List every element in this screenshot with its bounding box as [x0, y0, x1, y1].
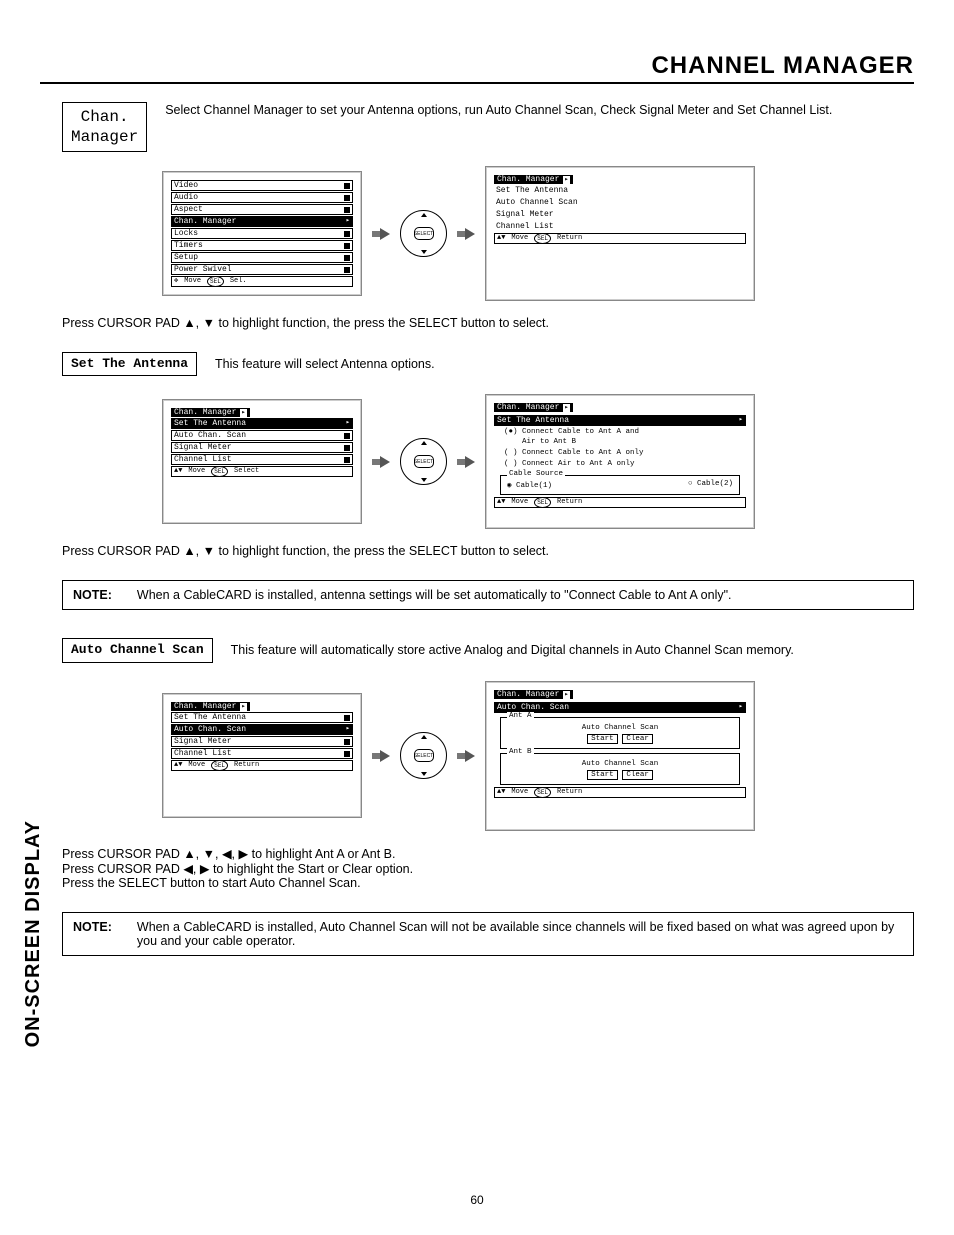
ant-a-group: Ant A Auto Channel Scan Start Clear: [500, 717, 740, 749]
menu-item[interactable]: Auto Chan. Scan: [171, 430, 353, 441]
select-button-label: SELECT: [414, 227, 434, 240]
set-antenna-menu: Chan. Manager▸Set The Antenna▸Auto Chan.…: [171, 408, 353, 477]
detail-header: Chan. Manager▸: [494, 690, 573, 699]
start-button[interactable]: Start: [587, 770, 618, 780]
chan-manager-box: Chan. Manager: [62, 102, 147, 152]
side-section-label: ON-SCREEN DISPLAY: [22, 820, 45, 1047]
select-button[interactable]: SELECT: [400, 210, 447, 257]
auto-scan-desc: This feature will automatically store ac…: [231, 643, 794, 657]
cable-source-legend: Cable Source: [507, 470, 565, 478]
ant-a-legend: Ant A: [507, 712, 534, 720]
menu-item[interactable]: Aspect: [171, 204, 353, 215]
main-menu: VideoAudioAspectChan. Manager▸LocksTimer…: [171, 180, 353, 287]
set-antenna-detail-screen: Chan. Manager▸ Set The Antenna▸ (●) Conn…: [485, 394, 755, 529]
start-button[interactable]: Start: [587, 734, 618, 744]
menu-item[interactable]: Channel List: [171, 454, 353, 465]
menu-item[interactable]: Audio: [171, 192, 353, 203]
menu-item[interactable]: Set The Antenna: [171, 712, 353, 723]
arrow-right-icon: [372, 228, 390, 240]
menu-footer: ▲▼MoveSELReturn: [171, 760, 353, 771]
detail-header: Chan. Manager▸: [494, 403, 573, 412]
menu-footer: ✥MoveSELSel.: [171, 276, 353, 287]
auto-scan-label: Auto Channel Scan: [507, 724, 733, 732]
menu-footer: ▲▼MoveSELSelect: [171, 466, 353, 477]
header-rule: CHANNEL MANAGER: [40, 50, 914, 84]
chan-manager-submenu: Chan. Manager▸Set The AntennaAuto Channe…: [494, 175, 746, 244]
radio-option-2[interactable]: ( ) Connect Cable to Ant A only: [494, 448, 746, 459]
page-title: CHANNEL MANAGER: [651, 52, 914, 80]
note-box: NOTE: When a CableCARD is installed, ant…: [62, 580, 914, 610]
detail-footer: ▲▼Move SEL Return: [494, 787, 746, 798]
note-text: When a CableCARD is installed, Auto Chan…: [137, 920, 903, 948]
main-menu-screen: VideoAudioAspectChan. Manager▸LocksTimer…: [162, 171, 362, 296]
menu-item[interactable]: Channel List: [494, 221, 746, 232]
note-text: When a CableCARD is installed, antenna s…: [137, 588, 732, 602]
menu-item[interactable]: Setup: [171, 252, 353, 263]
detail-subheader: Set The Antenna▸: [494, 415, 746, 426]
radio-option-1[interactable]: (●) Connect Cable to Ant A and Air to An…: [494, 427, 746, 448]
menu-item[interactable]: Locks: [171, 228, 353, 239]
note-label: NOTE:: [73, 920, 112, 948]
auto-scan-menu-screen: Chan. Manager▸Set The AntennaAuto Chan. …: [162, 693, 362, 818]
cable2-option[interactable]: ○ Cable(2): [688, 480, 733, 490]
menu-item[interactable]: Video: [171, 180, 353, 191]
menu-item[interactable]: Set The Antenna▸: [171, 418, 353, 429]
instruction-text: Press CURSOR PAD ▲, ▼ to highlight funct…: [62, 544, 914, 558]
note-label: NOTE:: [73, 588, 112, 602]
arrow-right-icon: [457, 750, 475, 762]
chan-manager-submenu-screen: Chan. Manager▸Set The AntennaAuto Channe…: [485, 166, 755, 301]
set-antenna-menu-screen: Chan. Manager▸Set The Antenna▸Auto Chan.…: [162, 399, 362, 524]
select-button[interactable]: SELECT: [400, 732, 447, 779]
menu-item[interactable]: Signal Meter: [171, 442, 353, 453]
menu-item[interactable]: Signal Meter: [171, 736, 353, 747]
set-antenna-desc: This feature will select Antenna options…: [215, 357, 435, 371]
menu-item[interactable]: Auto Chan. Scan▸: [171, 724, 353, 735]
arrow-right-icon: [457, 228, 475, 240]
arrow-right-icon: [457, 456, 475, 468]
detail-footer: ▲▼Move SEL Return: [494, 497, 746, 508]
menu-item[interactable]: Channel List: [171, 748, 353, 759]
auto-scan-menu: Chan. Manager▸Set The AntennaAuto Chan. …: [171, 702, 353, 771]
select-button[interactable]: SELECT: [400, 438, 447, 485]
clear-button[interactable]: Clear: [622, 734, 653, 744]
select-button-label: SELECT: [414, 455, 434, 468]
instruction-text: Press CURSOR PAD ▲, ▼, ◀, ▶ to highlight…: [62, 846, 914, 890]
clear-button[interactable]: Clear: [622, 770, 653, 780]
ant-b-group: Ant B Auto Channel Scan Start Clear: [500, 753, 740, 785]
ant-b-legend: Ant B: [507, 748, 534, 756]
menu-item[interactable]: Timers: [171, 240, 353, 251]
menu-item[interactable]: Chan. Manager▸: [171, 216, 353, 227]
menu-item[interactable]: Set The Antenna: [494, 185, 746, 196]
arrow-right-icon: [372, 456, 390, 468]
auto-scan-label: Auto Channel Scan: [507, 760, 733, 768]
cable1-option[interactable]: ◉ Cable(1): [507, 480, 552, 490]
menu-item[interactable]: Auto Channel Scan: [494, 197, 746, 208]
note-box: NOTE: When a CableCARD is installed, Aut…: [62, 912, 914, 956]
auto-scan-box: Auto Channel Scan: [62, 638, 213, 662]
menu-item[interactable]: Power Swivel: [171, 264, 353, 275]
menu-footer: ▲▼MoveSELReturn: [494, 233, 746, 244]
select-button-label: SELECT: [414, 749, 434, 762]
menu-item[interactable]: Signal Meter: [494, 209, 746, 220]
page-number: 60: [0, 1193, 954, 1207]
arrow-right-icon: [372, 750, 390, 762]
instruction-text: Press CURSOR PAD ▲, ▼ to highlight funct…: [62, 316, 914, 330]
auto-scan-detail-screen: Chan. Manager▸ Auto Chan. Scan▸ Ant A Au…: [485, 681, 755, 831]
set-antenna-box: Set The Antenna: [62, 352, 197, 376]
intro-text: Select Channel Manager to set your Anten…: [165, 102, 832, 119]
cable-source-group: Cable Source ◉ Cable(1) ○ Cable(2): [500, 475, 740, 495]
